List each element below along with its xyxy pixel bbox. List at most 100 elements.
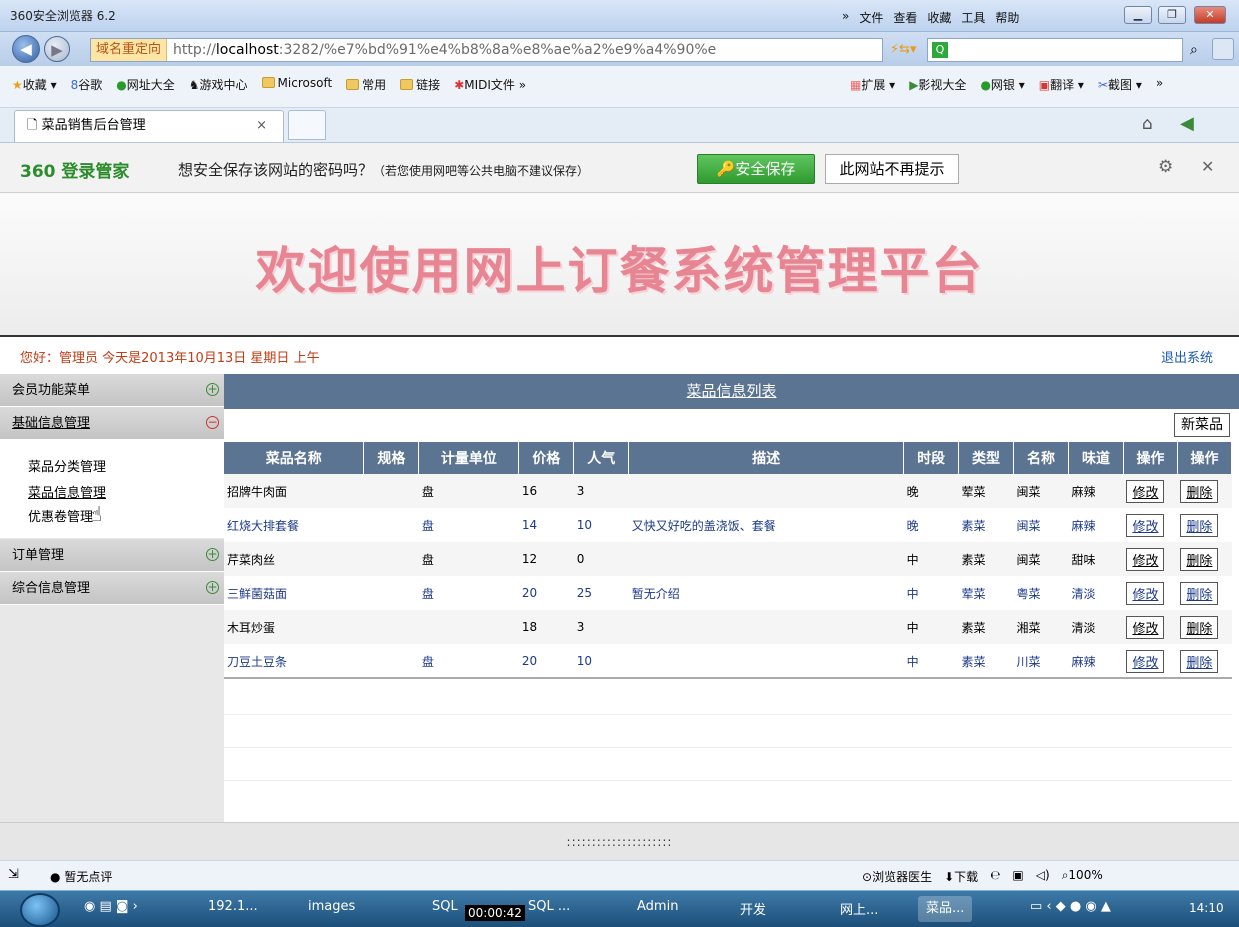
back-button[interactable]: ◀ (12, 35, 40, 63)
fav-collect[interactable]: ★收藏 ▾ (12, 76, 57, 93)
cell-time: 中 (903, 610, 959, 644)
menu-favorites[interactable]: 收藏 (927, 9, 951, 26)
never-prompt-button[interactable]: 此网站不再提示 (825, 154, 959, 184)
delete-button[interactable]: 删除 (1180, 513, 1219, 537)
delete-button[interactable]: 删除 (1180, 581, 1219, 605)
url-field[interactable]: 域名重定向 http://localhost:3282/%e7%bd%91%e4… (90, 38, 883, 62)
fav-google[interactable]: 8谷歌 (71, 76, 103, 93)
screenshot-button[interactable]: ✂截图 ▾ (1098, 76, 1142, 93)
fav-links[interactable]: 链接 (400, 76, 440, 93)
taskbar-item-1[interactable]: 192.1... (208, 899, 258, 914)
edit-button[interactable]: 修改 (1126, 615, 1165, 639)
video-button[interactable]: ▶影视大全 (909, 76, 966, 93)
close-icon[interactable]: ✕ (1201, 157, 1214, 176)
doctor-button[interactable]: ⊙浏览器医生 (862, 868, 932, 885)
cell-cuisine: 闽菜 (1013, 542, 1069, 576)
ext-button[interactable]: ▦扩展 ▾ (850, 76, 895, 93)
download-button[interactable]: ⬇下载 (944, 868, 978, 885)
delete-button[interactable]: 删除 (1180, 615, 1219, 639)
window-icon[interactable]: ▣ (1012, 868, 1023, 885)
edit-button[interactable]: 修改 (1126, 513, 1165, 537)
delete-button[interactable]: 删除 (1180, 479, 1219, 503)
menu-help[interactable]: 帮助 (995, 9, 1019, 26)
fav-common[interactable]: 常用 (346, 76, 386, 93)
tab-bar: 🗋 菜品销售后台管理 × ⌂ ◀ (0, 108, 1239, 143)
cell-type: 荤菜 (958, 576, 1014, 610)
sound-icon[interactable]: ◁) (1036, 868, 1050, 885)
cell-taste: 麻辣 (1068, 508, 1124, 542)
refresh-icon[interactable]: ⚡⇆▾ (890, 42, 917, 57)
fav-games[interactable]: ♞游戏中心 (189, 76, 248, 93)
sidebar-toggle-icon[interactable]: ⇲ (8, 867, 19, 882)
tab-menu-admin[interactable]: 🗋 菜品销售后台管理 × (14, 110, 284, 142)
tab-close-button[interactable]: × (256, 111, 267, 141)
bank-button[interactable]: ●网银 ▾ (980, 76, 1024, 93)
user-avatar-icon[interactable] (1212, 38, 1234, 60)
logout-link[interactable]: 退出系统 (1161, 347, 1213, 366)
minimize-button[interactable]: ▁ (1124, 6, 1152, 24)
new-tab-button[interactable] (288, 110, 326, 140)
sidebar-section-general[interactable]: 综合信息管理 + (0, 572, 224, 605)
more-chevron-icon[interactable]: » (1156, 76, 1163, 93)
ie-icon[interactable]: ℮ (990, 868, 1000, 885)
sidebar-item-dish-info[interactable]: 菜品信息管理 (28, 482, 106, 501)
taskbar-item-web[interactable]: 网上... (840, 899, 878, 918)
collapse-icon[interactable]: − (206, 416, 219, 429)
menu-file[interactable]: 文件 (859, 9, 883, 26)
cell-type: 素菜 (958, 610, 1014, 644)
search-engine-icon[interactable]: Q (932, 42, 948, 58)
menu-view[interactable]: 查看 (893, 9, 917, 26)
sidebar-section-member[interactable]: 会员功能菜单 + (0, 374, 224, 407)
sidebar-item-category[interactable]: 菜品分类管理 (28, 456, 106, 475)
close-window-button[interactable]: ✕ (1194, 6, 1226, 24)
expand-icon[interactable]: + (206, 581, 219, 594)
edit-button[interactable]: 修改 (1126, 581, 1165, 605)
taskbar-item-dev[interactable]: 开发 (740, 899, 766, 918)
col-header: 计量单位 (418, 442, 520, 474)
fav-microsoft[interactable]: Microsoft (261, 76, 332, 93)
search-input[interactable]: Q (927, 38, 1183, 62)
tray-icons[interactable]: ▭ ‹ ◆ ● ◉ ▲ (1030, 899, 1111, 914)
cell-del: 删除 (1177, 610, 1232, 644)
edit-button[interactable]: 修改 (1126, 479, 1165, 503)
zoom-control[interactable]: ⌕100% (1062, 868, 1103, 885)
edit-button[interactable]: 修改 (1126, 547, 1165, 571)
safe-save-button[interactable]: 🔑安全保存 (697, 154, 815, 184)
expand-icon[interactable]: + (206, 548, 219, 561)
list-title[interactable]: 菜品信息列表 (224, 374, 1239, 409)
cell-taste: 清淡 (1068, 576, 1124, 610)
col-header: 菜品名称 (224, 442, 365, 474)
taskbar-item-admin[interactable]: Admin (637, 899, 678, 914)
recording-timer: 00:00:42 (465, 905, 525, 921)
start-button[interactable] (20, 893, 60, 927)
sidebar-section-basic[interactable]: 基础信息管理 − (0, 407, 224, 440)
sidebar-section-orders[interactable]: 订单管理 + (0, 539, 224, 572)
delete-button[interactable]: 删除 (1180, 649, 1219, 673)
cell-spec (363, 644, 419, 678)
taskbar-item-dish[interactable]: 菜品... (918, 896, 973, 922)
search-icon[interactable]: ⌕ (1190, 42, 1198, 58)
forward-button[interactable]: ▶ (44, 36, 70, 62)
undo-icon[interactable]: ◀ (1180, 113, 1194, 134)
expand-icon[interactable]: + (206, 383, 219, 396)
edit-button[interactable]: 修改 (1126, 649, 1165, 673)
cell-cuisine: 湘菜 (1013, 610, 1069, 644)
status-bar: ⇲ ● 暂无点评 ⊙浏览器医生 ⬇下载 ℮ ▣ ◁) ⌕100% (0, 860, 1239, 890)
delete-button[interactable]: 删除 (1180, 547, 1219, 571)
sidebar-item-coupon[interactable]: 优惠卷管理 (28, 506, 93, 525)
fav-midi[interactable]: ✱MIDI文件 » (454, 76, 526, 93)
quicklaunch-icons[interactable]: ◉ ▤ ◙ › (84, 899, 138, 914)
new-dish-button[interactable]: 新菜品 (1174, 413, 1230, 437)
review-status[interactable]: ● 暂无点评 (50, 868, 112, 885)
taskbar-item-sql[interactable]: SQL (432, 899, 458, 914)
fav-sites[interactable]: ●网址大全 (116, 76, 175, 93)
gear-icon[interactable]: ⚙ (1158, 157, 1173, 177)
taskbar-item-images[interactable]: images (308, 899, 355, 914)
taskbar-item-sql2[interactable]: SQL ... (528, 899, 570, 914)
maximize-button[interactable]: ❐ (1158, 6, 1186, 24)
home-icon[interactable]: ⌂ (1142, 114, 1153, 134)
menu-more[interactable]: » (842, 9, 849, 26)
cell-desc (628, 610, 904, 644)
menu-tools[interactable]: 工具 (961, 9, 985, 26)
translate-button[interactable]: ▣翻译 ▾ (1039, 76, 1084, 93)
